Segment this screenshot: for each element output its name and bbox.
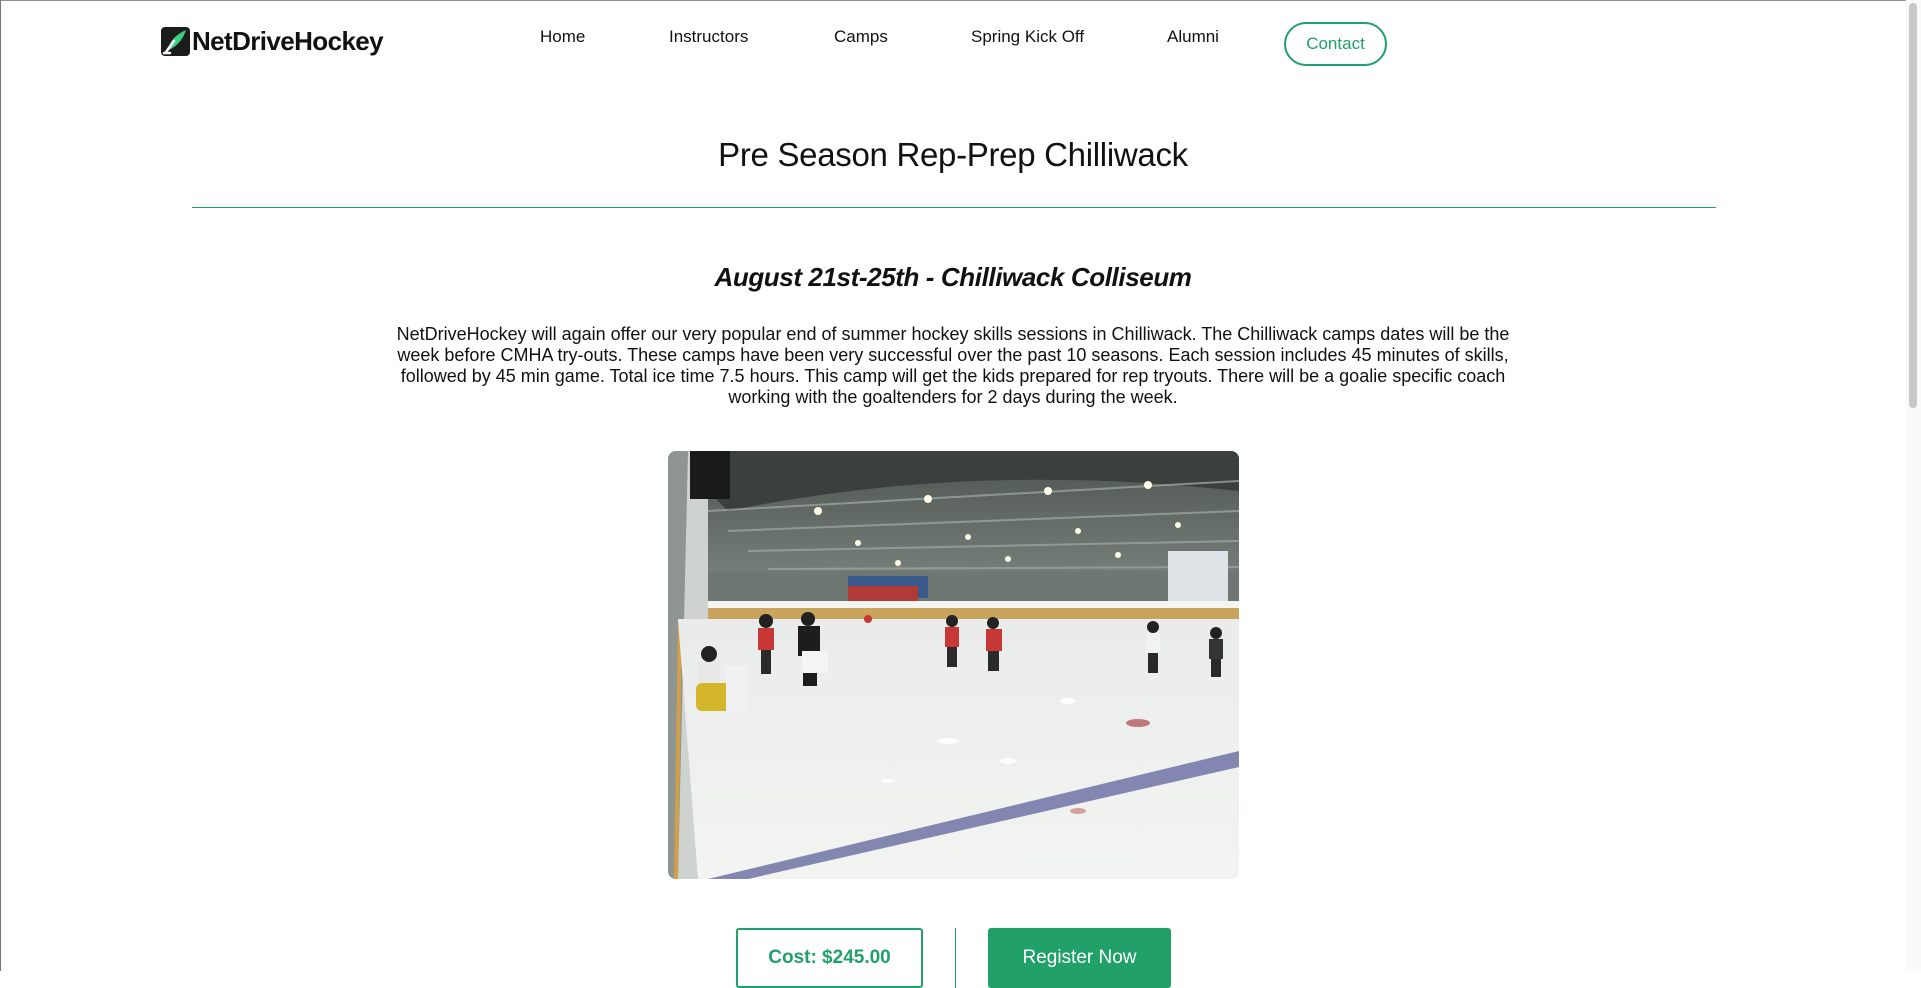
scrollbar-thumb[interactable]: [1909, 3, 1917, 408]
nav-alumni[interactable]: Alumni: [1167, 27, 1219, 47]
hockey-stick-logo-icon: [161, 26, 190, 56]
contact-button[interactable]: Contact: [1284, 22, 1387, 66]
nav-camps[interactable]: Camps: [834, 27, 888, 47]
cost-badge: Cost: $245.00: [736, 928, 923, 988]
brand-logo[interactable]: NetDriveHockey: [161, 24, 384, 58]
cta-divider: [955, 928, 956, 988]
title-divider: [192, 207, 1716, 208]
brand-name: NetDriveHockey: [192, 25, 384, 56]
camp-description: NetDriveHockey will again offer our very…: [396, 324, 1510, 407]
page-title: Pre Season Rep-Prep Chilliwack: [718, 136, 1188, 173]
camp-dates-location: August 21st-25th - Chilliwack Colliseum: [714, 262, 1192, 292]
register-now-button[interactable]: Register Now: [988, 928, 1171, 988]
nav-instructors[interactable]: Instructors: [669, 27, 748, 47]
site-header: NetDriveHockey Home Instructors Camps Sp…: [0, 0, 1900, 90]
hockey-rink-photo: [668, 451, 1239, 879]
nav-spring-kick-off[interactable]: Spring Kick Off: [971, 27, 1084, 47]
nav-home[interactable]: Home: [540, 27, 585, 47]
